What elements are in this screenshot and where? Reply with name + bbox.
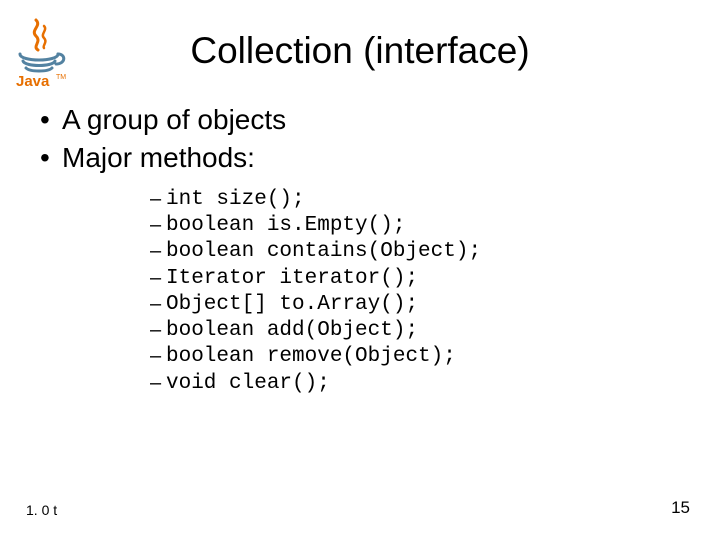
- method-list: int size(); boolean is.Empty(); boolean …: [150, 187, 680, 397]
- slide-title: Collection (interface): [40, 30, 680, 72]
- method-item: boolean is.Empty();: [150, 213, 680, 239]
- method-item: Object[] to.Array();: [150, 292, 680, 318]
- bullet-item: Major methods:: [40, 140, 680, 176]
- bullet-item: A group of objects: [40, 102, 680, 138]
- footer-version: 1. 0 t: [26, 502, 57, 518]
- slide: Java TM Collection (interface) A group o…: [0, 0, 720, 540]
- method-item: int size();: [150, 187, 680, 213]
- method-item: boolean remove(Object);: [150, 344, 680, 370]
- java-wordmark: Java: [16, 73, 50, 88]
- page-number: 15: [671, 498, 690, 518]
- method-item: boolean contains(Object);: [150, 239, 680, 265]
- bullet-list: A group of objects Major methods:: [40, 102, 680, 177]
- svg-text:TM: TM: [56, 74, 66, 81]
- method-item: boolean add(Object);: [150, 318, 680, 344]
- method-item: Iterator iterator();: [150, 266, 680, 292]
- java-logo-icon: Java TM: [10, 16, 68, 88]
- method-item: void clear();: [150, 371, 680, 397]
